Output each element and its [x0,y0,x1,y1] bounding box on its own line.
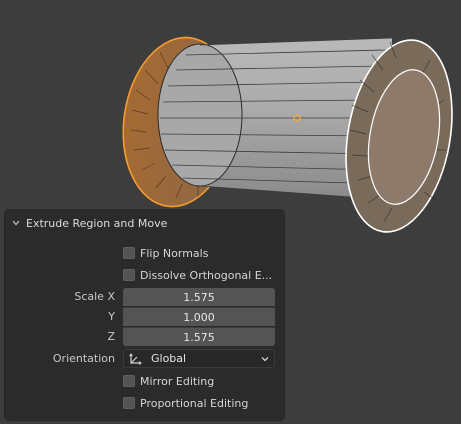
scale-z-field[interactable]: 1.575 [123,327,275,346]
operator-panel: Extrude Region and Move Flip Normals Dis… [5,210,284,420]
mirror-editing-label: Mirror Editing [140,374,215,388]
scale-z-label: Z [107,330,115,343]
panel-header[interactable]: Extrude Region and Move [5,210,284,236]
proportional-editing-checkbox[interactable]: Proportional Editing [123,394,248,412]
dissolve-orthogonal-checkbox[interactable]: Dissolve Orthogonal E... [123,266,272,284]
flip-normals-label: Flip Normals [140,246,209,260]
scale-y-label: Y [108,310,115,323]
checkbox-box[interactable] [123,269,135,281]
checkbox-box[interactable] [123,375,135,387]
checkbox-box[interactable] [123,397,135,409]
orientation-label: Orientation [52,352,115,365]
orientation-value: Global [151,352,187,365]
panel-title: Extrude Region and Move [26,216,168,230]
chevron-down-icon [12,220,20,226]
orientation-dropdown[interactable]: Global [123,349,275,368]
checkbox-box[interactable] [123,247,135,259]
orientation-axes-icon [129,352,142,365]
mirror-editing-checkbox[interactable]: Mirror Editing [123,372,214,390]
proportional-editing-label: Proportional Editing [140,396,249,410]
scale-y-field[interactable]: 1.000 [123,307,275,326]
scale-x-label: Scale X [74,290,115,303]
dissolve-orthogonal-label: Dissolve Orthogonal E... [140,268,273,282]
chevron-down-icon [261,356,269,361]
flip-normals-checkbox[interactable]: Flip Normals [123,244,208,262]
scale-x-field[interactable]: 1.575 [123,288,275,306]
